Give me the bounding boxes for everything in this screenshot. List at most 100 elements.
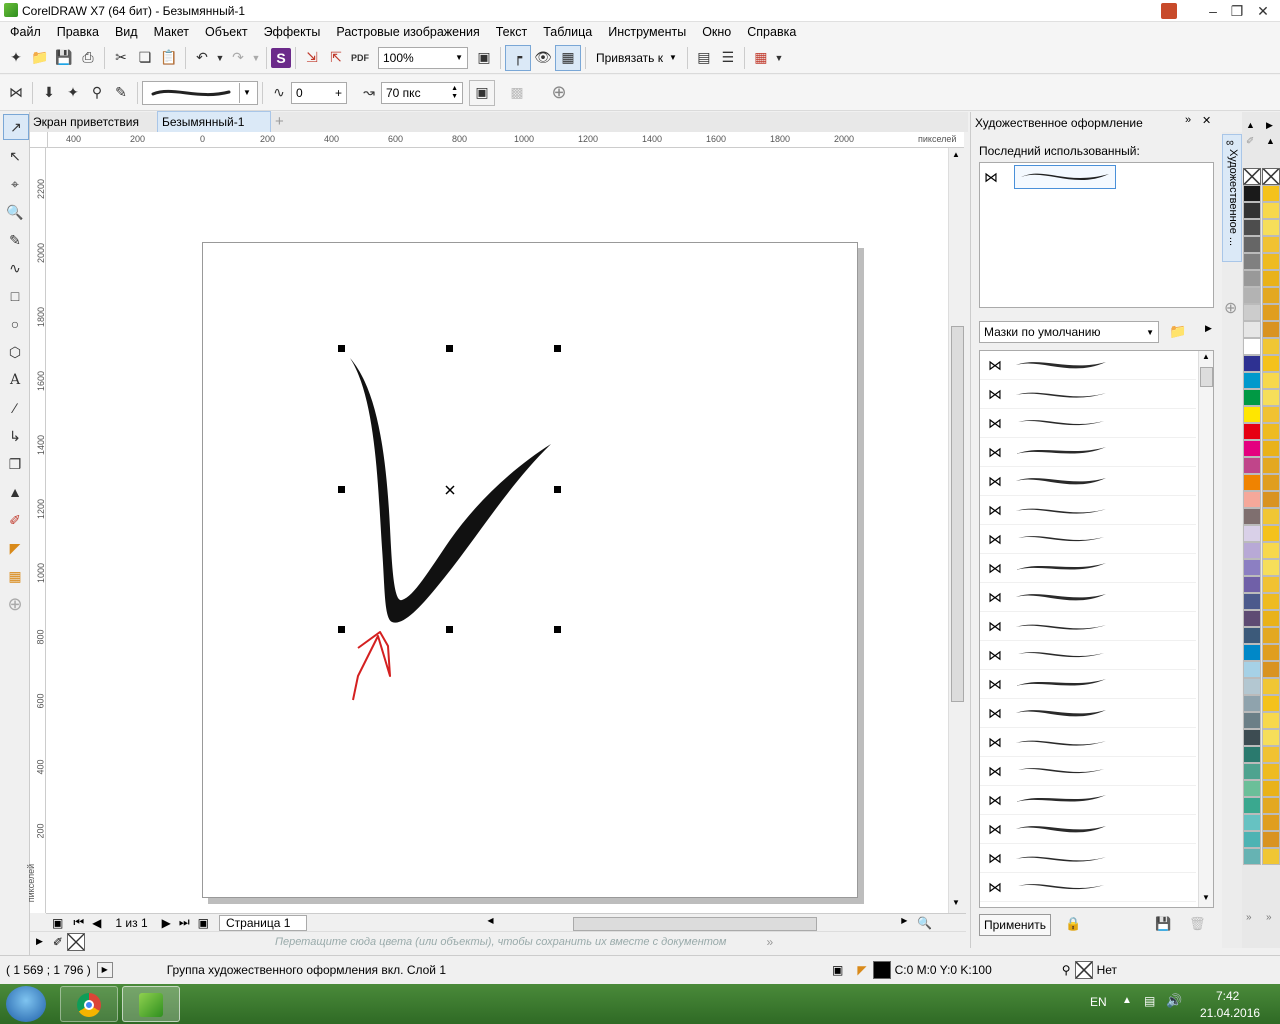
browse-folder-icon[interactable]: 📁	[1169, 323, 1186, 340]
smart-fill-tool-icon[interactable]: ▦	[0, 562, 30, 590]
color-swatch[interactable]	[1262, 491, 1280, 508]
text-tool-icon[interactable]: A	[0, 366, 30, 394]
scroll-left-icon[interactable]: ◀	[487, 916, 493, 925]
brush-stroke-item[interactable]: ⋈	[980, 728, 1196, 757]
network-icon[interactable]: ▤	[1144, 994, 1155, 1008]
delete-icon[interactable]: 🗑	[1189, 916, 1206, 932]
clock-time[interactable]: 7:42	[1216, 989, 1239, 1003]
color-swatch[interactable]	[1243, 321, 1261, 338]
brush-stroke-item[interactable]: ⋈	[980, 786, 1196, 815]
show-guidelines-icon[interactable]: ▦	[555, 44, 581, 71]
color-swatch[interactable]	[1262, 355, 1280, 372]
brush-stroke-item[interactable]: ⋈	[980, 873, 1196, 902]
redo-dropdown-icon[interactable]: ▼	[250, 46, 262, 70]
status-expand-icon[interactable]: ▶	[96, 961, 113, 978]
menu-view[interactable]: Вид	[107, 22, 146, 42]
scroll-down-icon[interactable]: ▼	[952, 898, 960, 907]
lock-icon[interactable]: 🔒	[1065, 916, 1081, 932]
color-swatch[interactable]	[1262, 797, 1280, 814]
rectangle-tool-icon[interactable]: □	[0, 282, 30, 310]
scroll-up-icon[interactable]: ▲	[1202, 352, 1210, 361]
redo-icon[interactable]: ↷	[226, 46, 250, 70]
sprayer-icon[interactable]: ✦	[61, 81, 85, 105]
palette-scroll-up-icon[interactable]: ▲	[1246, 120, 1255, 130]
menu-window[interactable]: Окно	[694, 22, 739, 42]
color-swatch[interactable]	[1262, 763, 1280, 780]
paste-icon[interactable]: 📋	[157, 46, 181, 70]
color-swatch[interactable]	[1262, 338, 1280, 355]
first-page-icon[interactable]: ⏮	[73, 915, 84, 930]
color-swatch[interactable]	[1243, 525, 1261, 542]
color-swatch[interactable]	[1243, 797, 1261, 814]
color-swatch[interactable]	[1262, 848, 1280, 865]
zoom-tool-icon[interactable]: 🔍	[0, 198, 30, 226]
color-swatch[interactable]	[1243, 219, 1261, 236]
color-swatch[interactable]	[1243, 644, 1261, 661]
color-swatch[interactable]	[1243, 236, 1261, 253]
add-page-icon[interactable]: ▣	[198, 916, 209, 930]
vertical-scrollbar[interactable]: ▲ ▼	[948, 148, 966, 913]
color-swatch[interactable]	[1243, 695, 1261, 712]
menu-tools[interactable]: Инструменты	[600, 22, 694, 42]
outline-none-swatch[interactable]	[1074, 960, 1093, 979]
brush-stroke-item[interactable]: ⋈	[980, 902, 1196, 907]
language-indicator[interactable]: EN	[1090, 995, 1107, 1009]
pick-tool-icon[interactable]: ↗	[3, 114, 29, 140]
color-swatch[interactable]	[1243, 712, 1261, 729]
color-swatch[interactable]	[1243, 270, 1261, 287]
eyedropper-tool-icon[interactable]: ✐	[0, 506, 30, 534]
copy-icon[interactable]: ❏	[133, 46, 157, 70]
cut-icon[interactable]: ✂	[109, 46, 133, 70]
brush-stroke-item[interactable]: ⋈	[980, 409, 1196, 438]
color-swatch[interactable]	[1243, 814, 1261, 831]
color-swatch[interactable]	[1243, 593, 1261, 610]
undo-dropdown-icon[interactable]: ▼	[214, 46, 226, 70]
options-icon[interactable]: ☰	[716, 46, 740, 70]
color-swatch[interactable]	[1243, 491, 1261, 508]
export-icon[interactable]: ⇱	[324, 46, 348, 70]
color-swatch[interactable]	[1262, 287, 1280, 304]
scroll-thumb[interactable]	[573, 916, 818, 931]
color-swatch[interactable]	[1262, 729, 1280, 746]
color-swatch[interactable]	[1243, 542, 1261, 559]
color-swatch[interactable]	[1243, 406, 1261, 423]
brush-stroke-item[interactable]: ⋈	[980, 844, 1196, 873]
color-swatch[interactable]	[1262, 253, 1280, 270]
color-swatch[interactable]	[1262, 559, 1280, 576]
publish-pdf-icon[interactable]: PDF	[348, 46, 372, 70]
color-swatch[interactable]	[1262, 780, 1280, 797]
drawing-layer[interactable]	[46, 148, 948, 913]
crop-tool-icon[interactable]: ⌖	[0, 170, 30, 198]
color-swatch[interactable]	[1243, 202, 1261, 219]
color-swatch[interactable]	[1262, 202, 1280, 219]
no-color-swatch[interactable]	[1262, 168, 1280, 185]
save-icon[interactable]: 💾	[1155, 916, 1171, 932]
menu-text[interactable]: Текст	[488, 22, 535, 42]
page-tab[interactable]: Страница 1	[219, 914, 308, 931]
color-swatch[interactable]	[1262, 185, 1280, 202]
color-swatch[interactable]	[1243, 304, 1261, 321]
spinner-icon[interactable]: ▲ ▼	[451, 85, 458, 101]
color-swatch[interactable]	[1262, 542, 1280, 559]
welcome-screen-icon[interactable]: ▤	[692, 46, 716, 70]
color-swatch[interactable]	[1243, 559, 1261, 576]
zoom-navigator-icon[interactable]: 🔍	[917, 916, 932, 930]
open-folder-icon[interactable]: 📁	[28, 46, 52, 70]
palette-menu-icon[interactable]: ▶	[1266, 120, 1273, 131]
horizontal-ruler[interactable]: 400 200 0 200 400 600 800 1000 1200 1400…	[48, 132, 964, 148]
tab-welcome-screen[interactable]: Экран приветствия	[30, 112, 157, 132]
palette-scroll-icon[interactable]: ▲	[1266, 136, 1275, 146]
color-swatch[interactable]	[1243, 678, 1261, 695]
color-swatch[interactable]	[1243, 729, 1261, 746]
horizontal-scrollbar[interactable]: ◀ ▶	[487, 916, 907, 931]
tab-untitled-1[interactable]: Безымянный-1	[157, 111, 271, 133]
palette-scroll-down-icon[interactable]: »	[1266, 912, 1272, 923]
add-docker-icon[interactable]: ⊕	[1224, 298, 1237, 318]
chrome-taskbar-button[interactable]	[60, 986, 118, 1022]
color-swatch[interactable]	[1262, 610, 1280, 627]
docker-menu-icon[interactable]: »	[1185, 114, 1191, 126]
brush-stroke-item[interactable]: ⋈	[980, 757, 1196, 786]
brush-stroke-item[interactable]: ⋈	[980, 496, 1196, 525]
color-swatch[interactable]	[1243, 338, 1261, 355]
brush-stroke-item[interactable]: ⋈	[980, 815, 1196, 844]
